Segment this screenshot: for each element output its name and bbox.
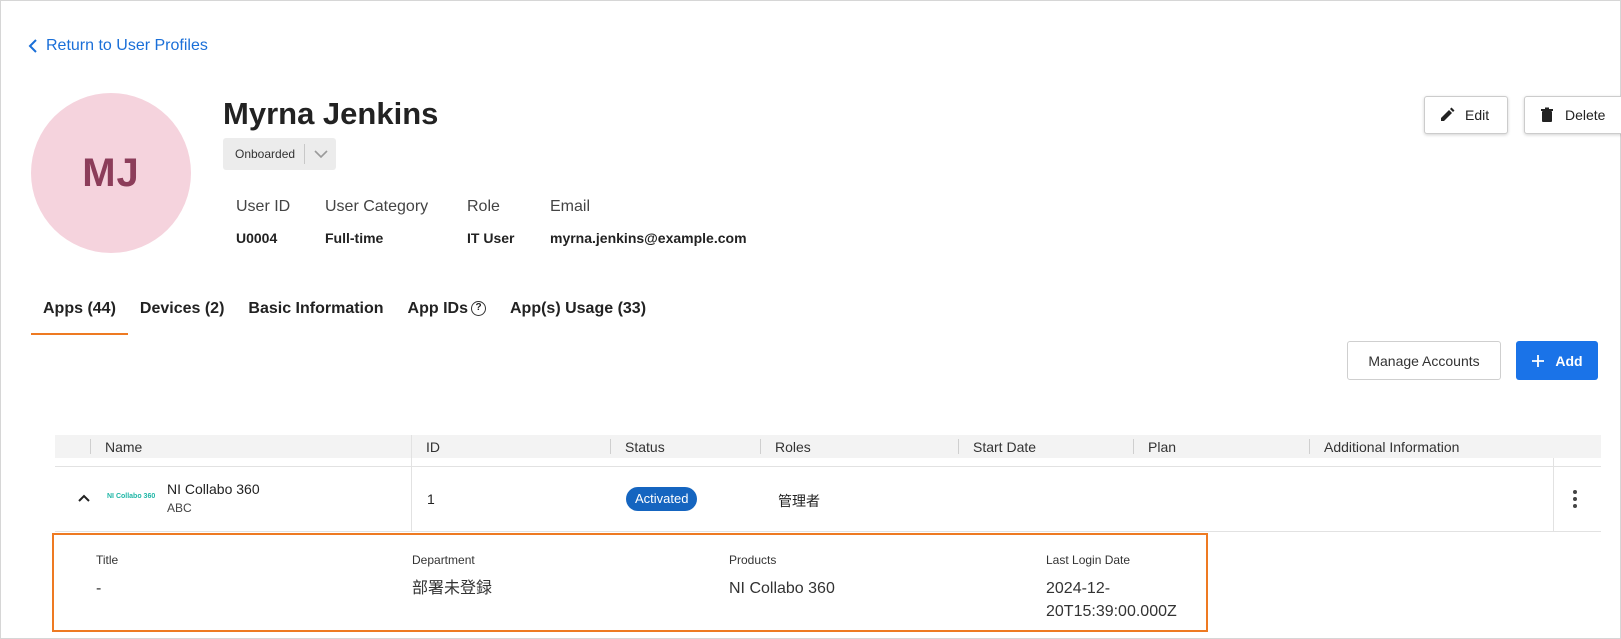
app-name: NI Collabo 360 [167, 481, 260, 497]
tab-bar: Apps (44) Devices (2) Basic Information … [31, 290, 658, 335]
column-header-id[interactable]: ID [411, 435, 440, 458]
row-divider [55, 531, 1601, 532]
app-logo: NI Collabo 360 [107, 493, 156, 500]
tab-basic-information[interactable]: Basic Information [236, 290, 395, 335]
tab-label: Basic Information [248, 300, 384, 317]
detail-label: Products [729, 553, 777, 567]
meta-value: Full-time [325, 230, 384, 246]
meta-role: Role IT User [467, 198, 514, 246]
tab-app-ids[interactable]: App IDs? [396, 290, 498, 335]
status-badge: Activated [626, 487, 698, 511]
chevron-left-icon [28, 39, 37, 53]
user-name: Myrna Jenkins [223, 96, 439, 131]
column-header-status[interactable]: Status [610, 435, 665, 458]
meta-value: myrna.jenkins@example.com [550, 230, 747, 246]
delete-button[interactable]: Delete [1524, 96, 1621, 134]
meta-value: IT User [467, 230, 515, 246]
detail-last-login: Last Login Date 2024-12-20T15:39:00.000Z [1046, 553, 1196, 623]
avatar: MJ [31, 93, 191, 253]
table-row[interactable]: NI Collabo 360 NI Collabo 360 ABC 1 Acti… [55, 467, 1601, 532]
detail-value: 部署未登録 [412, 580, 493, 597]
detail-value: 2024-12-20T15:39:00.000Z [1046, 580, 1177, 620]
column-header-plan[interactable]: Plan [1133, 435, 1176, 458]
column-header-additional-info[interactable]: Additional Information [1309, 435, 1459, 458]
pencil-icon [1441, 107, 1455, 121]
tab-devices[interactable]: Devices (2) [128, 290, 237, 335]
tab-app-usage[interactable]: App(s) Usage (33) [498, 290, 658, 335]
app-subtitle: ABC [167, 501, 192, 515]
meta-user-category: User Category Full-time [325, 198, 428, 246]
detail-label: Title [96, 553, 119, 567]
tab-label: Devices (2) [139, 300, 225, 317]
meta-email: Email myrna.jenkins@example.com [550, 198, 747, 246]
more-vert-icon[interactable] [1567, 487, 1583, 511]
status-select[interactable]: Onboarded [223, 138, 336, 170]
back-link-label: Return to User Profiles [46, 37, 208, 54]
chevron-up-icon[interactable] [76, 490, 92, 506]
detail-value: - [96, 580, 102, 597]
meta-user-id: User ID U0004 [236, 198, 290, 246]
table-header: Name ID Status Roles Start Date Plan Add… [55, 435, 1601, 458]
meta-label: Email [550, 198, 591, 215]
edit-button[interactable]: Edit [1424, 96, 1508, 134]
detail-value: NI Collabo 360 [729, 580, 835, 597]
column-header-name[interactable]: Name [90, 435, 142, 458]
avatar-initials: MJ [82, 150, 140, 195]
detail-label: Last Login Date [1046, 553, 1131, 567]
meta-label: User ID [236, 198, 291, 215]
help-icon[interactable]: ? [471, 301, 486, 316]
expanded-row-details: Title - Department 部署未登録 Products NI Col… [52, 533, 1208, 632]
app-id: 1 [427, 491, 435, 507]
column-header-start-date[interactable]: Start Date [958, 435, 1036, 458]
meta-label: User Category [325, 198, 429, 215]
plus-icon [1532, 354, 1545, 367]
detail-products: Products NI Collabo 360 [729, 553, 835, 600]
tab-label: Apps (44) [43, 300, 116, 317]
manage-accounts-button[interactable]: Manage Accounts [1347, 341, 1501, 380]
detail-title: Title - [96, 553, 118, 600]
trash-icon [1541, 107, 1553, 122]
column-header-roles[interactable]: Roles [760, 435, 811, 458]
tab-apps[interactable]: Apps (44) [31, 290, 128, 335]
tab-label: App IDs [407, 300, 468, 317]
meta-label: Role [467, 198, 500, 215]
add-button[interactable]: Add [1516, 341, 1598, 380]
meta-value: U0004 [236, 230, 278, 246]
back-to-profiles-link[interactable]: Return to User Profiles [28, 37, 208, 55]
add-label: Add [1555, 352, 1583, 369]
status-select-value: Onboarded [235, 147, 296, 161]
detail-department: Department 部署未登録 [412, 553, 492, 600]
chevron-down-icon[interactable] [305, 149, 336, 159]
edit-label: Edit [1465, 107, 1490, 123]
detail-label: Department [412, 553, 475, 567]
delete-label: Delete [1565, 107, 1606, 123]
tab-label: App(s) Usage (33) [510, 300, 647, 317]
app-roles: 管理者 [778, 493, 820, 509]
